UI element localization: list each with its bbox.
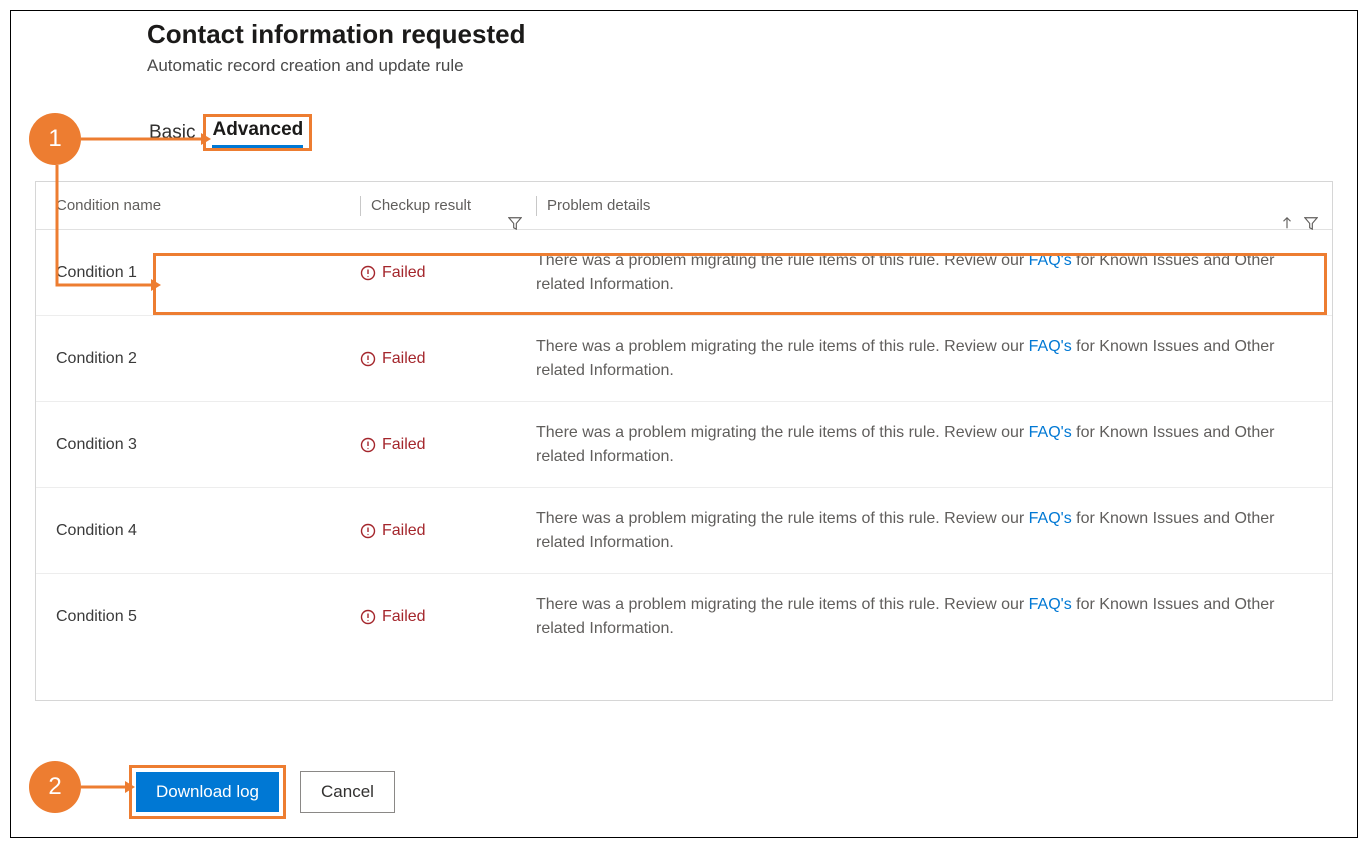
detail-text-pre: There was a problem migrating the rule i… <box>536 424 1029 441</box>
column-label: Problem details <box>547 197 650 214</box>
detail-text-pre: There was a problem migrating the rule i… <box>536 252 1029 269</box>
tabs: Basic Advanced <box>11 114 1357 151</box>
error-icon <box>360 609 376 625</box>
tab-advanced[interactable]: Advanced <box>212 119 303 148</box>
detail-text-pre: There was a problem migrating the rule i… <box>536 338 1029 355</box>
table-row[interactable]: Condition 3 Failed There was a problem mig… <box>36 402 1332 488</box>
annotation-arrow-icon <box>81 779 135 795</box>
error-icon <box>360 523 376 539</box>
checkup-result-cell: Failed <box>360 350 536 368</box>
filter-icon[interactable] <box>1304 216 1318 230</box>
table-row[interactable]: Condition 1 Failed There was a problem mig… <box>36 230 1332 316</box>
tab-basic[interactable]: Basic <box>147 118 197 148</box>
condition-name-cell: Condition 5 <box>36 608 360 626</box>
column-header-condition-name[interactable]: Condition name <box>36 197 360 214</box>
table-row[interactable]: Condition 5 Failed There was a problem mig… <box>36 574 1332 660</box>
faq-link[interactable]: FAQ's <box>1029 596 1072 613</box>
sort-asc-icon[interactable] <box>1280 216 1294 230</box>
checkup-result-cell: Failed <box>360 436 536 454</box>
result-label: Failed <box>382 436 426 454</box>
annotation-highlight-download: Download log <box>129 765 286 819</box>
problem-details-cell: There was a problem migrating the rule i… <box>536 235 1332 311</box>
detail-text-pre: There was a problem migrating the rule i… <box>536 510 1029 527</box>
result-label: Failed <box>382 522 426 540</box>
error-icon <box>360 351 376 367</box>
problem-details-cell: There was a problem migrating the rule i… <box>536 579 1332 655</box>
page-subtitle: Automatic record creation and update rul… <box>147 56 1357 76</box>
result-label: Failed <box>382 350 426 368</box>
faq-link[interactable]: FAQ's <box>1029 338 1072 355</box>
column-separator <box>360 196 361 216</box>
annotation-highlight-tab: Advanced <box>203 114 312 151</box>
checkup-result-cell: Failed <box>360 608 536 626</box>
column-header-checkup-result[interactable]: Checkup result <box>360 196 536 216</box>
column-header-problem-details[interactable]: Problem details <box>536 196 1332 216</box>
problem-details-cell: There was a problem migrating the rule i… <box>536 407 1332 483</box>
download-log-button[interactable]: Download log <box>136 772 279 812</box>
column-label: Condition name <box>56 197 161 214</box>
app-frame: Contact information requested Automatic … <box>10 10 1358 838</box>
faq-link[interactable]: FAQ's <box>1029 424 1072 441</box>
condition-name-cell: Condition 4 <box>36 522 360 540</box>
result-label: Failed <box>382 264 426 282</box>
annotation-callout-1: 1 <box>29 113 81 165</box>
faq-link[interactable]: FAQ's <box>1029 252 1072 269</box>
cancel-button[interactable]: Cancel <box>300 771 395 813</box>
table-header-row: Condition name Checkup result Problem de… <box>36 182 1332 230</box>
checkup-result-cell: Failed <box>360 264 536 282</box>
checkup-result-cell: Failed <box>360 522 536 540</box>
filter-icon[interactable] <box>508 216 522 230</box>
page-header: Contact information requested Automatic … <box>11 19 1357 76</box>
problem-details-cell: There was a problem migrating the rule i… <box>536 321 1332 397</box>
error-icon <box>360 265 376 281</box>
result-label: Failed <box>382 608 426 626</box>
condition-name-cell: Condition 3 <box>36 436 360 454</box>
condition-name-cell: Condition 1 <box>36 264 360 282</box>
conditions-table: Condition name Checkup result Problem de… <box>35 181 1333 701</box>
page-title: Contact information requested <box>147 19 1357 50</box>
error-icon <box>360 437 376 453</box>
detail-text-pre: There was a problem migrating the rule i… <box>536 596 1029 613</box>
problem-details-cell: There was a problem migrating the rule i… <box>536 493 1332 569</box>
column-label: Checkup result <box>371 197 471 214</box>
column-separator <box>536 196 537 216</box>
table-row[interactable]: Condition 2 Failed There was a problem mig… <box>36 316 1332 402</box>
faq-link[interactable]: FAQ's <box>1029 510 1072 527</box>
annotation-callout-2: 2 <box>29 761 81 813</box>
table-spacer <box>36 660 1332 700</box>
button-bar: Download log Cancel <box>129 765 395 819</box>
table-row[interactable]: Condition 4 Failed There was a problem mig… <box>36 488 1332 574</box>
condition-name-cell: Condition 2 <box>36 350 360 368</box>
